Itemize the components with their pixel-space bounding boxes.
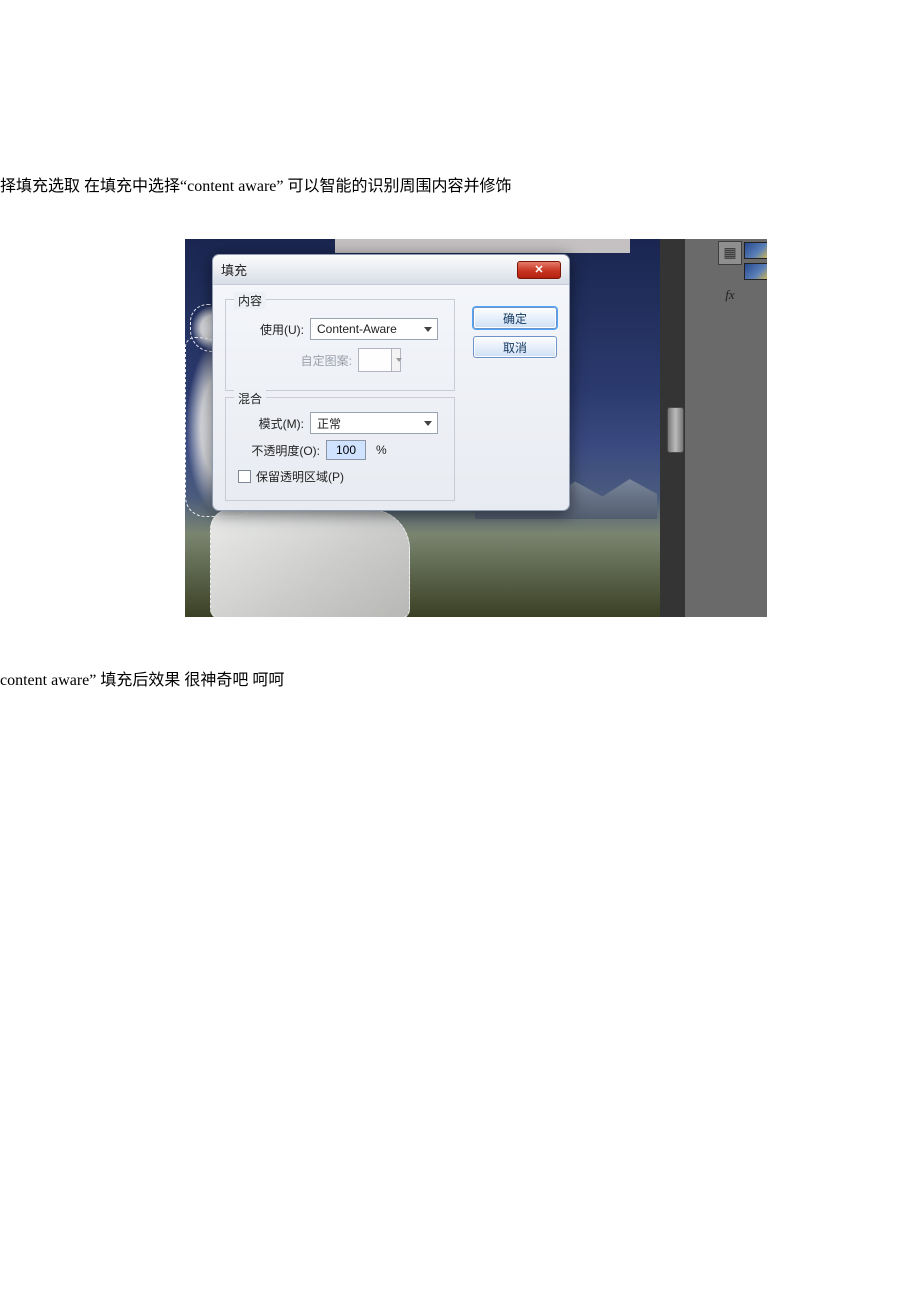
opacity-label: 不透明度(O): xyxy=(236,442,320,459)
preserve-transparency-label: 保留透明区域(P) xyxy=(256,468,344,485)
layer-thumbnail-icon[interactable] xyxy=(744,263,767,280)
mode-value: 正常 xyxy=(317,415,341,432)
fill-dialog: 填充 ✕ 内容 使用(U): Content-Aware 自定图案: xyxy=(212,254,570,511)
opacity-input[interactable] xyxy=(326,440,366,460)
opacity-unit: % xyxy=(376,443,387,457)
scrollbar-thumb[interactable] xyxy=(667,407,684,453)
caption-below: content aware” 填充后效果 很神奇吧 呵呵 xyxy=(0,666,284,690)
mode-label: 模式(M): xyxy=(236,415,304,432)
selection-overlay xyxy=(335,239,630,253)
content-legend: 内容 xyxy=(234,292,266,309)
selection-overlay xyxy=(210,509,410,617)
dialog-title-text: 填充 xyxy=(221,260,247,279)
close-button[interactable]: ✕ xyxy=(517,261,561,279)
use-value: Content-Aware xyxy=(317,322,397,336)
pattern-label: 自定图案: xyxy=(236,352,352,369)
layer-thumbnail-icon[interactable] xyxy=(744,242,767,259)
pattern-swatch xyxy=(358,348,392,372)
photoshop-canvas: 形色主义 SWCOOL.COM 乱糟糟的季节 ▦ fx 填充 ✕ 内容 xyxy=(185,239,767,617)
content-group: 内容 使用(U): Content-Aware 自定图案: xyxy=(225,299,455,391)
fx-icon[interactable]: fx xyxy=(718,283,742,307)
blend-group: 混合 模式(M): 正常 不透明度(O): % 保留透明区域(P) xyxy=(225,397,455,501)
ok-button[interactable]: 确定 xyxy=(473,307,557,329)
close-icon: ✕ xyxy=(534,263,543,276)
cancel-button[interactable]: 取消 xyxy=(473,336,557,358)
dialog-titlebar[interactable]: 填充 ✕ xyxy=(213,255,569,285)
blend-legend: 混合 xyxy=(234,390,266,407)
caption-above: 择填充选取 在填充中选择“content aware” 可以智能的识别周围内容并… xyxy=(0,172,512,196)
layers-panel: ▦ fx xyxy=(685,239,767,617)
preserve-transparency-checkbox[interactable] xyxy=(238,470,251,483)
use-label: 使用(U): xyxy=(236,321,304,338)
use-select[interactable]: Content-Aware xyxy=(310,318,438,340)
mode-select[interactable]: 正常 xyxy=(310,412,438,434)
